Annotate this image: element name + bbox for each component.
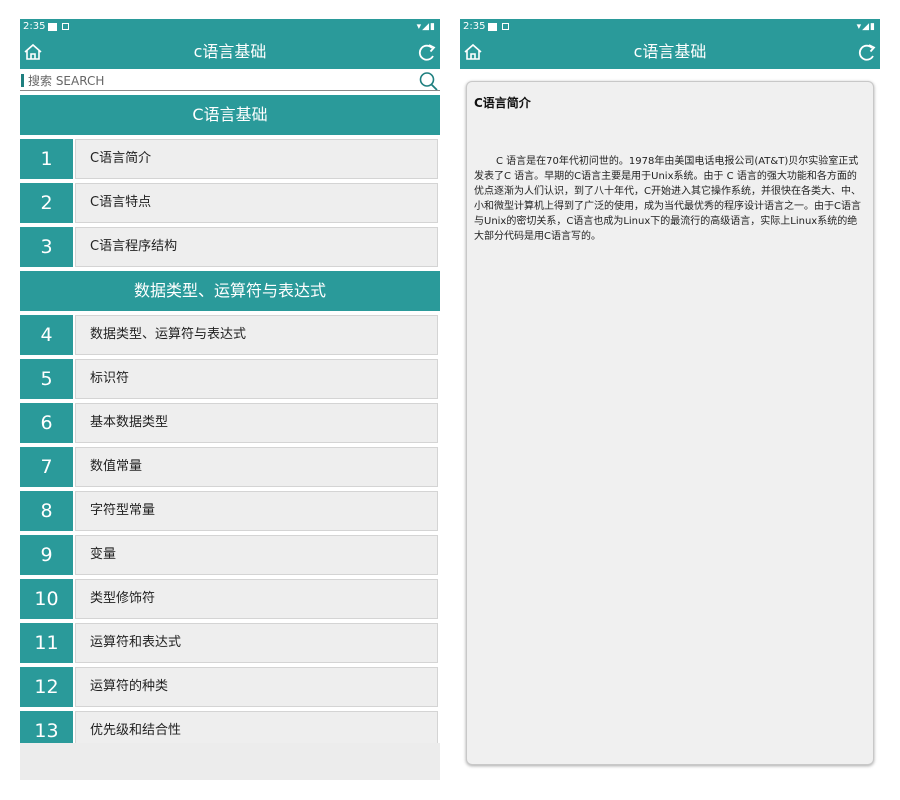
- item-number: 8: [20, 491, 73, 531]
- search-caret: [21, 74, 24, 87]
- list-item[interactable]: 10 类型修饰符: [20, 579, 440, 619]
- notification-icon-2: [62, 23, 69, 30]
- notification-icon-2: [502, 23, 509, 30]
- app-bar: c语言基础: [460, 35, 880, 69]
- article-body: C 语言是在70年代初问世的。1978年由美国电话电报公司(AT&T)贝尔实验室…: [474, 156, 861, 242]
- item-number: 5: [20, 359, 73, 399]
- search-input[interactable]: [28, 71, 408, 91]
- item-number: 10: [20, 579, 73, 619]
- item-number: 12: [20, 667, 73, 707]
- list-item[interactable]: 8 字符型常量: [20, 491, 440, 531]
- item-number: 3: [20, 227, 73, 267]
- item-label: C语言简介: [75, 139, 438, 179]
- item-label: C语言程序结构: [75, 227, 438, 267]
- signal-icon: ◢: [862, 22, 871, 32]
- app-title: c语言基础: [193, 42, 267, 61]
- status-bar: 2:35 ▾◢▮: [20, 19, 440, 35]
- notification-icon: [48, 23, 57, 31]
- chapter-list: C语言基础 1 C语言简介 2 C语言特点 3 C语言程序结构 数据类型、运算符…: [20, 95, 440, 743]
- item-label: C语言特点: [75, 183, 438, 223]
- status-bar: 2:35 ▾◢▮: [460, 19, 880, 35]
- detail-screen: 2:35 ▾◢▮ c语言基础 C语言简介 C 语言是在70年代初问世的。1978…: [460, 19, 880, 780]
- article-title: C语言简介: [474, 96, 531, 110]
- list-item[interactable]: 1 C语言简介: [20, 139, 440, 179]
- item-label: 数值常量: [75, 447, 438, 487]
- item-number: 2: [20, 183, 73, 223]
- list-item[interactable]: 2 C语言特点: [20, 183, 440, 223]
- section-header: 数据类型、运算符与表达式: [20, 271, 440, 311]
- list-item[interactable]: 11 运算符和表达式: [20, 623, 440, 663]
- list-item[interactable]: 12 运算符的种类: [20, 667, 440, 707]
- list-item[interactable]: 7 数值常量: [20, 447, 440, 487]
- item-number: 11: [20, 623, 73, 663]
- list-item[interactable]: 13 优先级和结合性: [20, 711, 440, 743]
- list-item[interactable]: 3 C语言程序结构: [20, 227, 440, 267]
- item-number: 1: [20, 139, 73, 179]
- app-title: c语言基础: [633, 42, 707, 61]
- search-bar: [20, 71, 440, 91]
- notification-icon: [488, 23, 497, 31]
- list-item[interactable]: 9 变量: [20, 535, 440, 575]
- item-label: 字符型常量: [75, 491, 438, 531]
- item-label: 数据类型、运算符与表达式: [75, 315, 438, 355]
- item-label: 标识符: [75, 359, 438, 399]
- item-number: 4: [20, 315, 73, 355]
- list-item[interactable]: 4 数据类型、运算符与表达式: [20, 315, 440, 355]
- article-card: C语言简介 C 语言是在70年代初问世的。1978年由美国电话电报公司(AT&T…: [466, 81, 874, 765]
- list-footer: [20, 743, 440, 780]
- app-bar: c语言基础: [20, 35, 440, 69]
- item-number: 7: [20, 447, 73, 487]
- search-underline: [20, 90, 440, 91]
- list-item[interactable]: 6 基本数据类型: [20, 403, 440, 443]
- item-label: 变量: [75, 535, 438, 575]
- battery-icon: ▮: [430, 22, 436, 32]
- item-label: 类型修饰符: [75, 579, 438, 619]
- item-label: 基本数据类型: [75, 403, 438, 443]
- item-label: 运算符的种类: [75, 667, 438, 707]
- status-time: 2:35: [23, 21, 46, 32]
- status-time: 2:35: [463, 21, 486, 32]
- list-item[interactable]: 5 标识符: [20, 359, 440, 399]
- item-label: 运算符和表达式: [75, 623, 438, 663]
- item-label: 优先级和结合性: [75, 711, 438, 743]
- battery-icon: ▮: [870, 22, 876, 32]
- system-icons: ▾◢▮: [857, 19, 876, 35]
- item-number: 9: [20, 535, 73, 575]
- signal-icon: ◢: [422, 22, 431, 32]
- section-header: C语言基础: [20, 95, 440, 135]
- system-icons: ▾◢▮: [417, 19, 436, 35]
- item-number: 6: [20, 403, 73, 443]
- refresh-icon[interactable]: [417, 43, 437, 61]
- list-screen: 2:35 ▾◢▮ c语言基础 C语言基础 1 C语言简介 2: [20, 19, 440, 780]
- search-icon[interactable]: [418, 71, 438, 91]
- item-number: 13: [20, 711, 73, 743]
- refresh-icon[interactable]: [857, 43, 877, 61]
